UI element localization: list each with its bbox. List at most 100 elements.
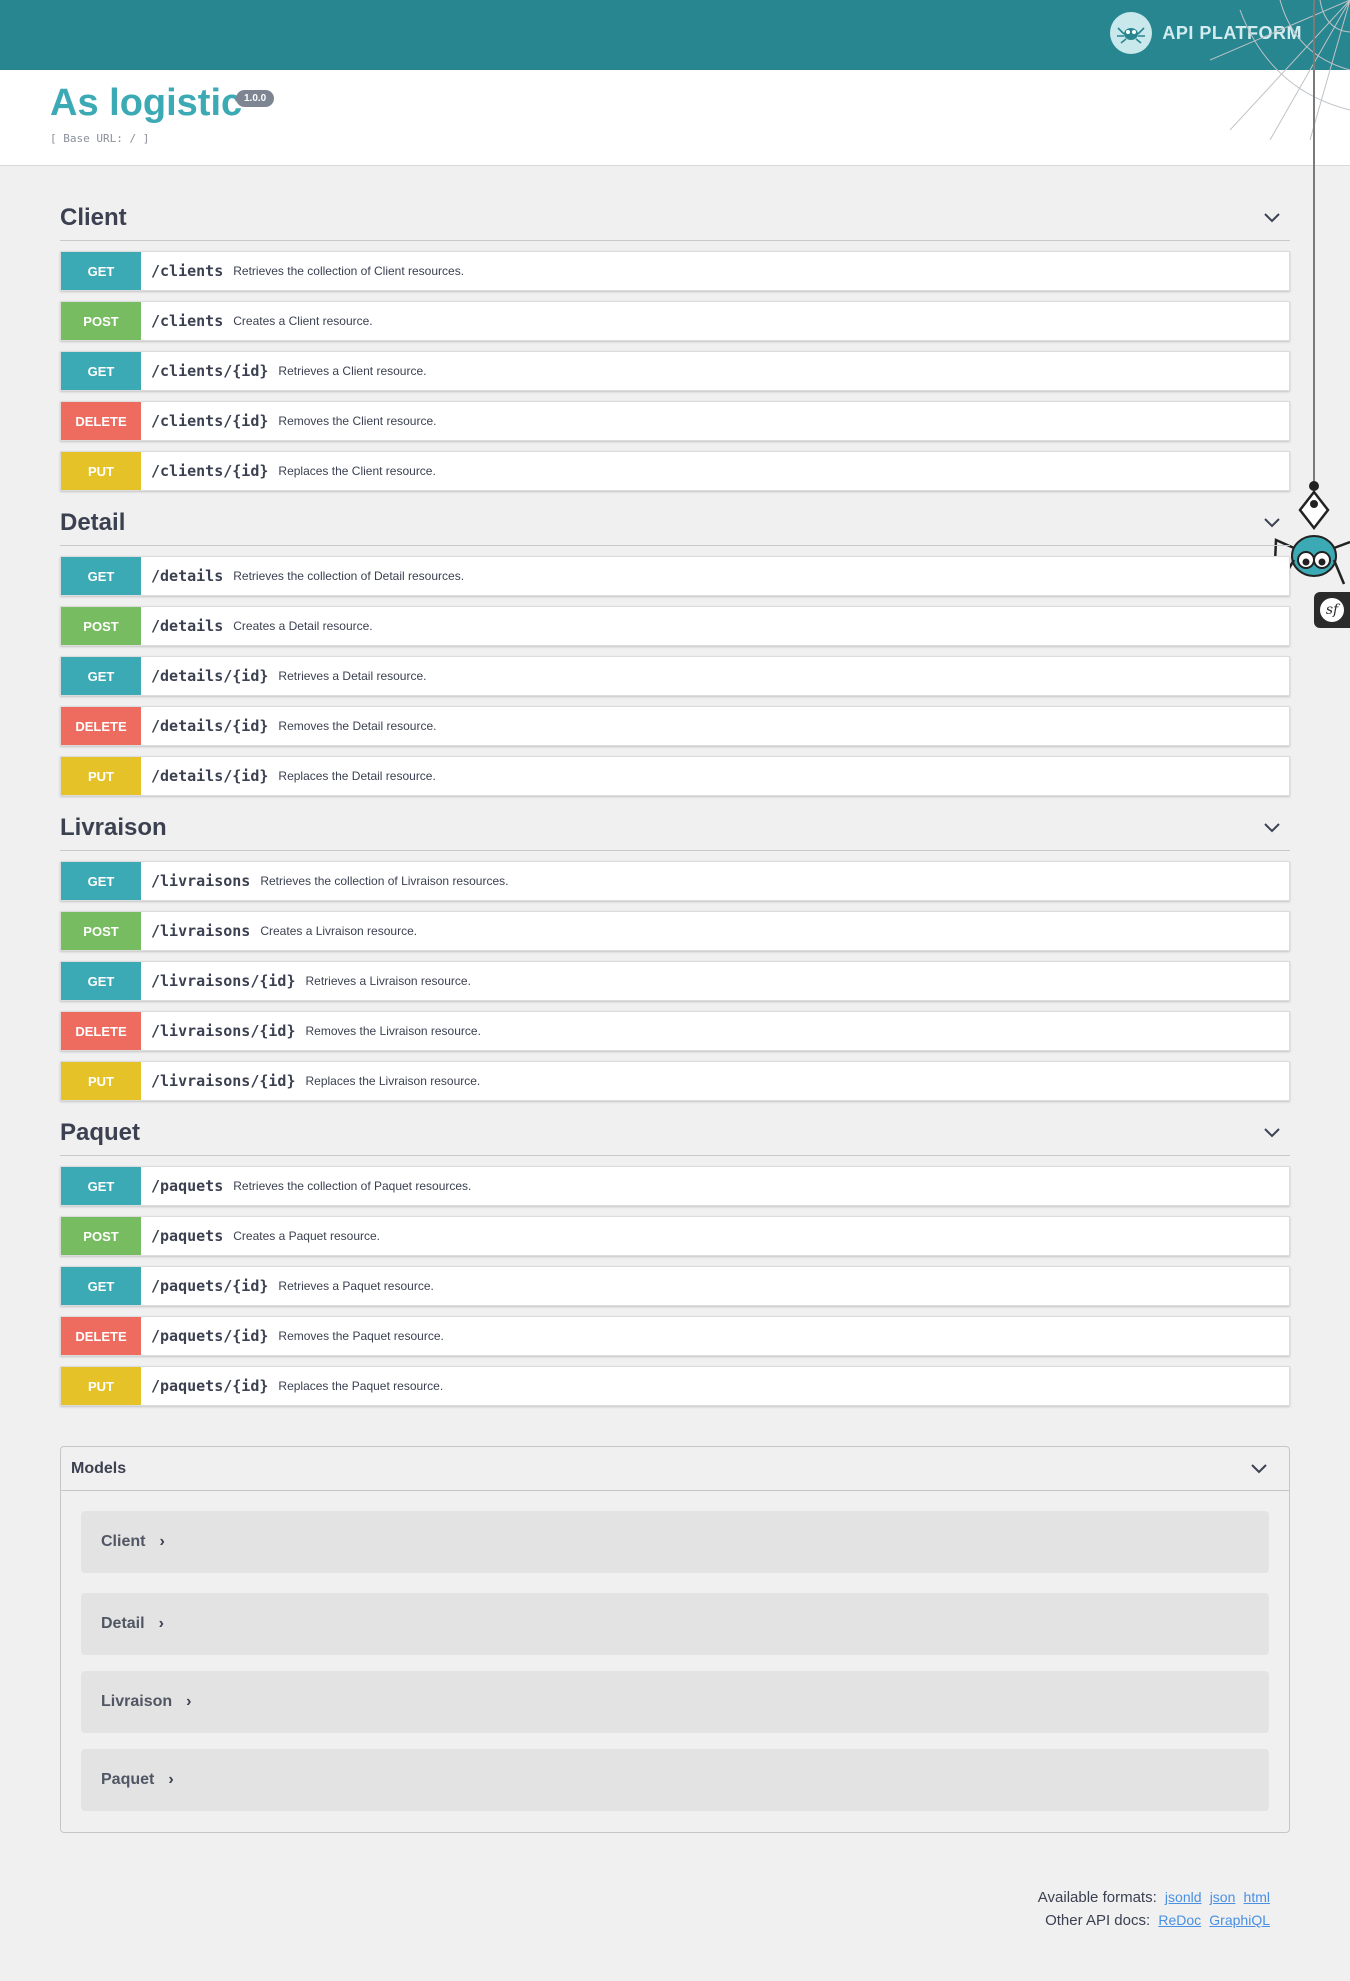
- model-detail[interactable]: Detail ›: [81, 1593, 1269, 1655]
- model-name: Client: [101, 1533, 146, 1550]
- operation-path: /details/{id}: [151, 717, 269, 735]
- chevron-down-icon[interactable]: [1262, 1123, 1282, 1143]
- operation-summary: Creates a Livraison resource.: [260, 924, 418, 938]
- operation-path: /details: [151, 567, 224, 585]
- method-badge-post: POST: [61, 607, 141, 645]
- format-link-html[interactable]: html: [1244, 1889, 1270, 1905]
- operation-summary: Retrieves the collection of Detail resou…: [233, 569, 465, 583]
- section-title: Paquet: [60, 1119, 141, 1146]
- operation-row[interactable]: POST/paquets Creates a Paquet resource.: [60, 1216, 1290, 1256]
- section-title: Detail: [60, 509, 126, 536]
- top-bar: API PLATFORM: [0, 0, 1350, 70]
- chevron-right-icon: ›: [186, 1693, 192, 1710]
- operation-path: /livraisons/{id}: [151, 1072, 296, 1090]
- operation-summary: Replaces the Client resource.: [278, 464, 436, 478]
- formats-line: Available formats: jsonld json html: [1038, 1886, 1270, 1909]
- section-title: Client: [60, 204, 127, 231]
- operation-row[interactable]: POST/details Creates a Detail resource.: [60, 606, 1290, 646]
- operation-path: /livraisons/{id}: [151, 1022, 296, 1040]
- operation-path: /clients: [151, 312, 224, 330]
- method-badge-post: POST: [61, 1217, 141, 1255]
- model-paquet[interactable]: Paquet ›: [81, 1749, 1269, 1811]
- operation-path: /paquets/{id}: [151, 1327, 269, 1345]
- section-header[interactable]: Livraison: [60, 806, 1290, 851]
- operation-row[interactable]: POST/livraisons Creates a Livraison resou…: [60, 911, 1290, 951]
- docs-line: Other API docs: ReDoc GraphiQL: [1038, 1909, 1270, 1932]
- method-badge-delete: DELETE: [61, 1012, 141, 1050]
- operation-path: /livraisons: [151, 922, 251, 940]
- operation-path: /paquets/{id}: [151, 1377, 269, 1395]
- chevron-down-icon[interactable]: [1262, 208, 1282, 228]
- operations-list: Client GET/clients Retrieves the collectio…: [60, 196, 1290, 1416]
- operation-row[interactable]: GET/paquets/{id} Retrieves a Paquet resou…: [60, 1266, 1290, 1306]
- footer: Available formats: jsonld json html Othe…: [1038, 1886, 1270, 1932]
- symfony-toolbar-button[interactable]: sf: [1314, 592, 1350, 628]
- operation-summary: Replaces the Paquet resource.: [278, 1379, 444, 1393]
- operation-row[interactable]: PUT/paquets/{id} Replaces the Paquet reso…: [60, 1366, 1290, 1406]
- operation-row[interactable]: GET/clients/{id} Retrieves a Client resou…: [60, 351, 1290, 391]
- operation-row[interactable]: PUT/livraisons/{id} Replaces the Livraiso…: [60, 1061, 1290, 1101]
- operation-row[interactable]: POST/clients Creates a Client resource.: [60, 301, 1290, 341]
- operation-path: /paquets: [151, 1177, 224, 1195]
- method-badge-get: GET: [61, 557, 141, 595]
- docs-label: Other API docs:: [1045, 1912, 1151, 1929]
- method-badge-get: GET: [61, 962, 141, 1000]
- operation-row[interactable]: GET/clients Retrieves the collection of C…: [60, 251, 1290, 291]
- operation-row[interactable]: DELETE/details/{id} Removes the Detail re…: [60, 706, 1290, 746]
- chevron-down-icon[interactable]: [1262, 818, 1282, 838]
- format-link-json[interactable]: json: [1210, 1889, 1236, 1905]
- method-badge-delete: DELETE: [61, 707, 141, 745]
- model-livraison[interactable]: Livraison ›: [81, 1671, 1269, 1733]
- section-paquet: Paquet GET/paquets Retrieves the collectio…: [60, 1111, 1290, 1406]
- section-header[interactable]: Detail: [60, 501, 1290, 546]
- chevron-down-icon[interactable]: [1249, 1459, 1269, 1479]
- operation-summary: Replaces the Livraison resource.: [305, 1074, 481, 1088]
- models-title: Models: [71, 1459, 127, 1477]
- method-badge-put: PUT: [61, 757, 141, 795]
- method-badge-get: GET: [61, 1267, 141, 1305]
- operation-path: /livraisons/{id}: [151, 972, 296, 990]
- operation-row[interactable]: DELETE/livraisons/{id} Removes the Livrai…: [60, 1011, 1290, 1051]
- version-badge: 1.0.0: [236, 90, 275, 107]
- method-badge-put: PUT: [61, 1062, 141, 1100]
- method-badge-delete: DELETE: [61, 402, 141, 440]
- model-client[interactable]: Client ›: [81, 1511, 1269, 1573]
- operation-row[interactable]: GET/livraisons Retrieves the collection o…: [60, 861, 1290, 901]
- operation-summary: Retrieves the collection of Client resou…: [233, 264, 465, 278]
- model-name: Paquet: [101, 1771, 155, 1788]
- operation-summary: Retrieves the collection of Livraison re…: [260, 874, 509, 888]
- operation-row[interactable]: PUT/details/{id} Replaces the Detail reso…: [60, 756, 1290, 796]
- operation-path: /clients/{id}: [151, 462, 269, 480]
- format-link-jsonld[interactable]: jsonld: [1165, 1889, 1202, 1905]
- operation-summary: Retrieves a Detail resource.: [278, 669, 427, 683]
- models-panel: Models Client › Detail › Livraison › Paquet…: [60, 1446, 1290, 1833]
- chevron-down-icon[interactable]: [1262, 513, 1282, 533]
- method-badge-get: GET: [61, 352, 141, 390]
- method-badge-post: POST: [61, 912, 141, 950]
- operation-row[interactable]: DELETE/paquets/{id} Removes the Paquet re…: [60, 1316, 1290, 1356]
- formats-label: Available formats:: [1037, 1889, 1157, 1906]
- section-header[interactable]: Paquet: [60, 1111, 1290, 1156]
- operation-summary: Retrieves a Paquet resource.: [278, 1279, 434, 1293]
- operation-row[interactable]: GET/livraisons/{id} Retrieves a Livraison…: [60, 961, 1290, 1001]
- docs-link-graphiql[interactable]: GraphiQL: [1209, 1912, 1270, 1928]
- operation-row[interactable]: DELETE/clients/{id} Removes the Client re…: [60, 401, 1290, 441]
- section-header[interactable]: Client: [60, 196, 1290, 241]
- operation-summary: Removes the Livraison resource.: [305, 1024, 481, 1038]
- operation-row[interactable]: GET/paquets Retrieves the collection of P…: [60, 1166, 1290, 1206]
- operation-row[interactable]: PUT/clients/{id} Replaces the Client reso…: [60, 451, 1290, 491]
- chevron-right-icon: ›: [159, 1533, 165, 1550]
- method-badge-put: PUT: [61, 452, 141, 490]
- section-livraison: Livraison GET/livraisons Retrieves the col…: [60, 806, 1290, 1101]
- operation-path: /clients/{id}: [151, 412, 269, 430]
- operation-path: /details/{id}: [151, 767, 269, 785]
- operation-row[interactable]: GET/details Retrieves the collection of D…: [60, 556, 1290, 596]
- operation-row[interactable]: GET/details/{id} Retrieves a Detail resou…: [60, 656, 1290, 696]
- page-title: As logistic: [50, 82, 243, 124]
- operation-path: /paquets/{id}: [151, 1277, 269, 1295]
- method-badge-get: GET: [61, 862, 141, 900]
- method-badge-get: GET: [61, 252, 141, 290]
- docs-link-redoc[interactable]: ReDoc: [1158, 1912, 1201, 1928]
- operation-summary: Retrieves a Livraison resource.: [305, 974, 471, 988]
- models-header[interactable]: Models: [61, 1447, 1289, 1491]
